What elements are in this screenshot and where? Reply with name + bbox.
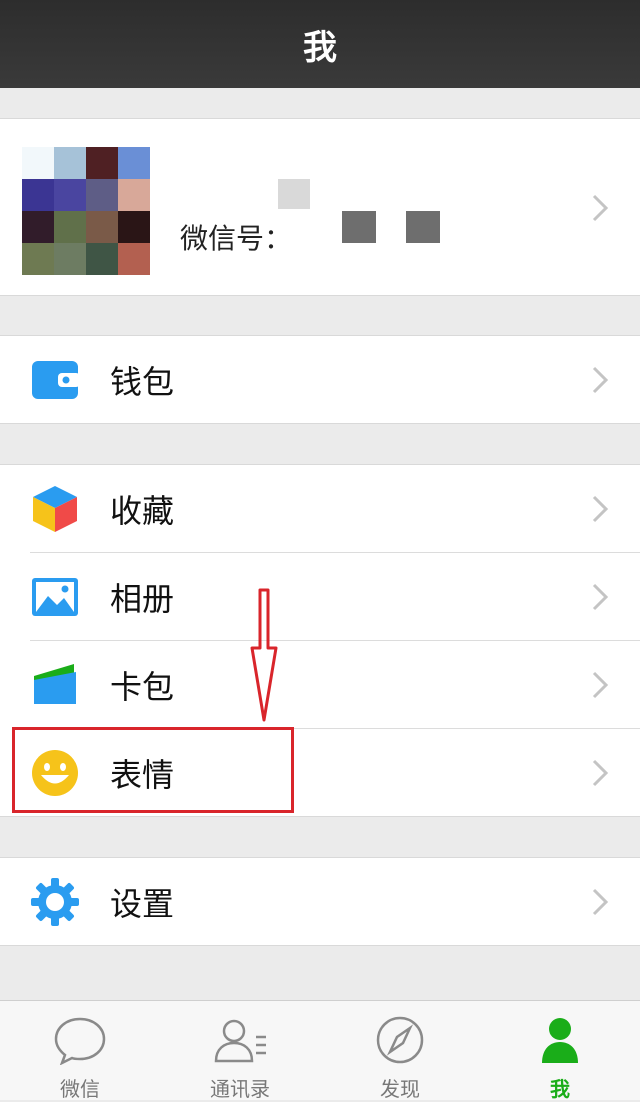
photo-album-icon — [32, 578, 78, 616]
menu-item-favorites[interactable]: 收藏 — [0, 465, 640, 553]
contacts-icon — [214, 1019, 266, 1063]
chevron-right-icon — [592, 495, 609, 523]
tab-bar: 微信 通讯录 发现 我 — [0, 1000, 640, 1101]
menu-item-album[interactable]: 相册 — [0, 553, 640, 641]
wechat-id-censored-1 — [342, 211, 376, 243]
wechat-id-censored-2 — [406, 211, 440, 243]
settings-section: 设置 — [0, 857, 640, 946]
chevron-right-icon — [592, 583, 609, 611]
menu-label-stickers: 表情 — [110, 756, 175, 794]
tab-label: 我 — [550, 1077, 570, 1101]
menu-item-cards[interactable]: 卡包 — [0, 641, 640, 729]
tab-chats[interactable]: 微信 — [0, 1001, 160, 1101]
smiley-face-icon — [32, 750, 78, 796]
tab-discover[interactable]: 发现 — [320, 1001, 480, 1101]
profile-section[interactable]: 微信号： — [0, 118, 640, 296]
wallet-section: 钱包 — [0, 335, 640, 424]
wechat-id-label: 微信号： — [180, 222, 293, 255]
chevron-right-icon — [592, 888, 609, 916]
tab-me[interactable]: 我 — [480, 1001, 640, 1101]
person-icon — [542, 1018, 578, 1063]
menu-label-cards: 卡包 — [110, 668, 175, 706]
tab-label: 通讯录 — [210, 1077, 270, 1101]
chevron-right-icon — [592, 194, 609, 222]
menu-item-stickers[interactable]: 表情 — [0, 729, 640, 817]
menu-label-album: 相册 — [110, 580, 175, 618]
menu-item-wallet[interactable]: 钱包 — [0, 336, 640, 424]
chevron-right-icon — [592, 366, 609, 394]
nickname-censored — [278, 179, 310, 209]
menu-label-wallet: 钱包 — [110, 363, 175, 401]
wallet-icon — [32, 361, 80, 399]
card-wallet-icon — [34, 664, 76, 704]
chevron-right-icon — [592, 671, 609, 699]
gear-icon — [31, 878, 79, 926]
menu-item-settings[interactable]: 设置 — [0, 858, 640, 946]
tab-label: 发现 — [380, 1077, 420, 1101]
avatar[interactable] — [22, 147, 150, 275]
chevron-right-icon — [592, 759, 609, 787]
tab-contacts[interactable]: 通讯录 — [160, 1001, 320, 1101]
menu-label-favorites: 收藏 — [110, 492, 175, 530]
annotation-arrow — [250, 588, 278, 722]
favorites-cube-icon — [33, 486, 77, 532]
tab-label: 微信 — [60, 1077, 100, 1101]
page-title: 我 — [303, 27, 337, 68]
chat-bubble-icon — [54, 1017, 106, 1065]
compass-icon — [376, 1016, 424, 1064]
menu-label-settings: 设置 — [110, 885, 175, 923]
collection-section: 收藏 相册 卡包 表情 — [0, 464, 640, 817]
navigation-bar: 我 — [0, 0, 640, 88]
